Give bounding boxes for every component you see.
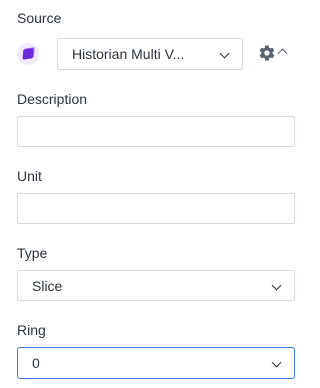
description-input[interactable]	[17, 116, 295, 147]
ring-select-value: 0	[32, 355, 40, 371]
source-cube-icon	[17, 43, 39, 65]
type-label: Type	[17, 245, 48, 261]
chevron-down-icon	[219, 48, 230, 59]
chevron-down-icon	[271, 280, 282, 291]
type-select[interactable]: Slice	[17, 270, 295, 301]
ring-label: Ring	[17, 322, 46, 338]
unit-label: Unit	[17, 168, 42, 184]
source-label: Source	[17, 10, 62, 26]
ring-select[interactable]: 0	[17, 347, 295, 379]
source-select[interactable]: Historian Multi V...	[57, 38, 243, 70]
description-label: Description	[17, 91, 88, 107]
chevron-down-icon	[271, 357, 282, 368]
gear-icon[interactable]	[258, 44, 276, 62]
source-select-value: Historian Multi V...	[72, 46, 185, 62]
unit-input[interactable]	[17, 193, 295, 224]
source-row: Historian Multi V...	[17, 37, 297, 70]
type-select-value: Slice	[32, 278, 63, 294]
